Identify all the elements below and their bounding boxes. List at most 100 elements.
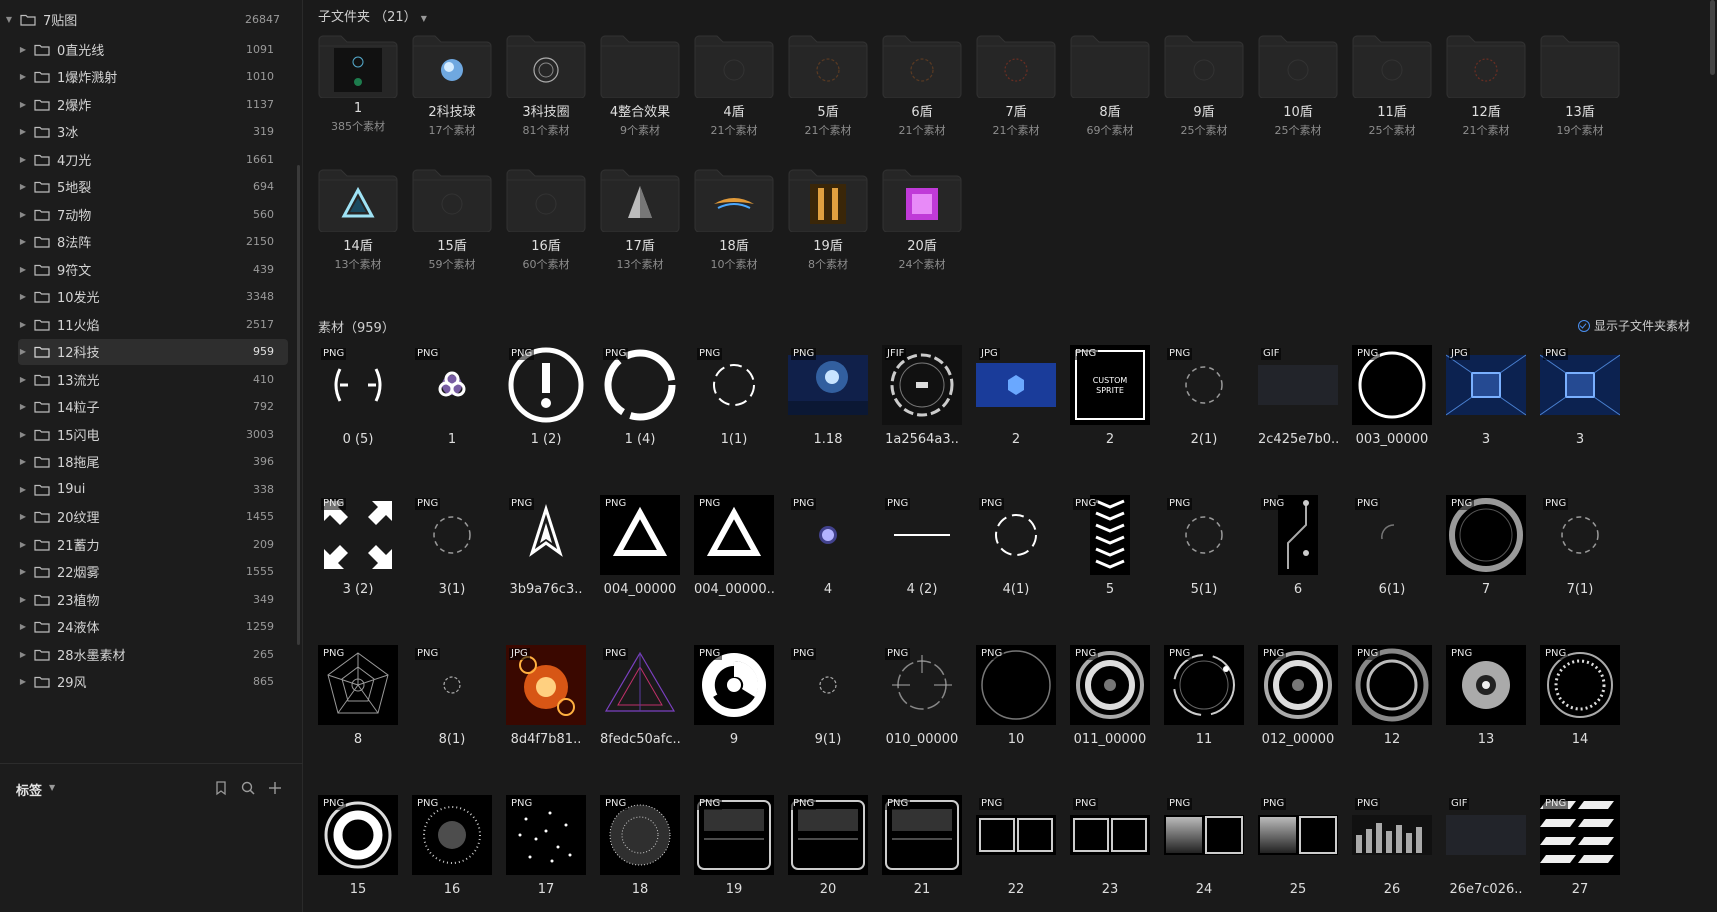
asset-card[interactable]: PNG 22 <box>976 795 1056 897</box>
asset-card[interactable]: PNG 8 <box>318 645 398 747</box>
sidebar-item[interactable]: ▶ 4刀光 1661 <box>18 146 288 172</box>
subfolder-card[interactable]: 2科技球 17个素材 <box>412 34 492 138</box>
chevron-right-icon[interactable]: ▶ <box>18 402 28 411</box>
asset-card[interactable]: JPG 8d4f7b81.. <box>506 645 586 747</box>
subfolder-card[interactable]: 16盾 60个素材 <box>506 168 586 272</box>
asset-card[interactable]: PNG 7 <box>1446 495 1526 597</box>
chevron-right-icon[interactable]: ▶ <box>18 567 28 576</box>
subfolder-card[interactable]: 5盾 21个素材 <box>788 34 868 138</box>
subfolder-card[interactable]: 13盾 19个素材 <box>1540 34 1620 138</box>
subfolder-card[interactable]: 20盾 24个素材 <box>882 168 962 272</box>
asset-card[interactable]: PNG 27 <box>1540 795 1620 897</box>
asset-card[interactable]: PNG 2(1) <box>1164 345 1244 447</box>
asset-card[interactable]: PNG 6 <box>1258 495 1338 597</box>
sidebar-item[interactable]: ▶ 29风 865 <box>18 669 288 695</box>
chevron-right-icon[interactable]: ▶ <box>18 540 28 549</box>
chevron-right-icon[interactable]: ▶ <box>18 45 28 54</box>
sidebar-item[interactable]: ▶ 3冰 319 <box>18 119 288 145</box>
subfolder-card[interactable]: 1 385个素材 <box>318 34 398 134</box>
asset-card[interactable]: PNG 17 <box>506 795 586 897</box>
chevron-right-icon[interactable]: ▶ <box>18 595 28 604</box>
chevron-right-icon[interactable]: ▶ <box>18 265 28 274</box>
asset-card[interactable]: PNG 6(1) <box>1352 495 1432 597</box>
subfolder-card[interactable]: 6盾 21个素材 <box>882 34 962 138</box>
chevron-down-icon[interactable]: ▼ <box>421 14 427 23</box>
asset-card[interactable]: PNG 26 <box>1352 795 1432 897</box>
asset-card[interactable]: PNG 19 <box>694 795 774 897</box>
asset-card[interactable]: PNG 21 <box>882 795 962 897</box>
asset-card[interactable]: JFIF 1a2564a3.. <box>882 345 962 447</box>
asset-card[interactable]: PNG 1 (4) <box>600 345 680 447</box>
asset-card[interactable]: PNG 3(1) <box>412 495 492 597</box>
sidebar-item[interactable]: ▶ 23植物 349 <box>18 586 288 612</box>
asset-card[interactable]: PNG 4(1) <box>976 495 1056 597</box>
asset-card[interactable]: PNG 004_00000.. <box>694 495 774 597</box>
subfolder-card[interactable]: 19盾 8个素材 <box>788 168 868 272</box>
sidebar-item[interactable]: ▶ 0直光线 1091 <box>18 36 288 62</box>
asset-card[interactable]: PNG 004_00000 <box>600 495 680 597</box>
chevron-right-icon[interactable]: ▶ <box>18 127 28 136</box>
asset-card[interactable]: PNG 3 <box>1540 345 1620 447</box>
sidebar-item[interactable]: ▶ 15闪电 3003 <box>18 421 288 447</box>
asset-card[interactable]: PNG 7(1) <box>1540 495 1620 597</box>
subfolder-card[interactable]: 18盾 10个素材 <box>694 168 774 272</box>
chevron-right-icon[interactable]: ▶ <box>18 292 28 301</box>
sidebar-item[interactable]: ▶ 22烟雾 1555 <box>18 559 288 585</box>
sidebar-item[interactable]: ▶ 14粒子 792 <box>18 394 288 420</box>
subfolder-card[interactable]: 9盾 25个素材 <box>1164 34 1244 138</box>
asset-card[interactable]: PNG 20 <box>788 795 868 897</box>
chevron-right-icon[interactable]: ▶ <box>18 155 28 164</box>
chevron-right-icon[interactable]: ▶ <box>18 210 28 219</box>
chevron-down-icon[interactable]: ▼ <box>4 15 14 24</box>
asset-card[interactable]: PNG 11 <box>1164 645 1244 747</box>
sidebar-item[interactable]: ▶ 13流光 410 <box>18 366 288 392</box>
asset-card[interactable]: PNG 23 <box>1070 795 1150 897</box>
subfolder-card[interactable]: 7盾 21个素材 <box>976 34 1056 138</box>
asset-card[interactable]: PNG 3 (2) <box>318 495 398 597</box>
chevron-right-icon[interactable]: ▶ <box>18 375 28 384</box>
sidebar-scrollbar[interactable] <box>297 165 300 645</box>
chevron-right-icon[interactable]: ▶ <box>18 100 28 109</box>
asset-card[interactable]: PNG 9 <box>694 645 774 747</box>
sidebar-item[interactable]: ▶ 1爆炸溅射 1010 <box>18 64 288 90</box>
asset-card[interactable]: PNG 13 <box>1446 645 1526 747</box>
sidebar-item[interactable]: ▶ 10发光 3348 <box>18 284 288 310</box>
asset-card[interactable]: PNG 011_00000 <box>1070 645 1150 747</box>
asset-card[interactable]: PNG 003_00000 <box>1352 345 1432 447</box>
asset-card[interactable]: PNG 24 <box>1164 795 1244 897</box>
asset-card[interactable]: PNG 15 <box>318 795 398 897</box>
asset-card[interactable]: PNG 5 <box>1070 495 1150 597</box>
sidebar-item[interactable]: ▶ 11火焰 2517 <box>18 311 288 337</box>
sidebar-item[interactable]: ▶ 19ui 338 <box>18 476 288 502</box>
subfolders-header[interactable]: 子文件夹 （21） ▼ <box>318 6 427 25</box>
asset-card[interactable]: PNG 1 <box>412 345 492 447</box>
chevron-right-icon[interactable]: ▶ <box>18 237 28 246</box>
asset-card[interactable]: PNG 3b9a76c3.. <box>506 495 586 597</box>
chevron-right-icon[interactable]: ▶ <box>18 430 28 439</box>
sidebar-item[interactable]: ▶ 7动物 560 <box>18 201 288 227</box>
asset-card[interactable]: PNG 14 <box>1540 645 1620 747</box>
subfolder-card[interactable]: 12盾 21个素材 <box>1446 34 1526 138</box>
chevron-right-icon[interactable]: ▶ <box>18 512 28 521</box>
sidebar-item[interactable]: ▶ 9符文 439 <box>18 256 288 282</box>
asset-card[interactable]: GIF 26e7c026.. <box>1446 795 1526 897</box>
asset-card[interactable]: JPG 2 <box>976 345 1056 447</box>
tags-label[interactable]: 标签 <box>16 780 42 799</box>
asset-card[interactable]: PNG 5(1) <box>1164 495 1244 597</box>
chevron-down-icon[interactable]: ▼ <box>49 783 55 792</box>
asset-card[interactable]: PNG 12 <box>1352 645 1432 747</box>
asset-card[interactable]: PNG 4 <box>788 495 868 597</box>
asset-card[interactable]: PNG 1 (2) <box>506 345 586 447</box>
chevron-right-icon[interactable]: ▶ <box>18 320 28 329</box>
subfolder-card[interactable]: 11盾 25个素材 <box>1352 34 1432 138</box>
asset-card[interactable]: PNG 10 <box>976 645 1056 747</box>
sidebar-item[interactable]: ▶ 24液体 1259 <box>18 614 288 640</box>
subfolder-card[interactable]: 10盾 25个素材 <box>1258 34 1338 138</box>
asset-card[interactable]: GIF 2c425e7b0.. <box>1258 345 1338 447</box>
tree-root[interactable]: ▼ 7贴图 26847 <box>4 6 294 32</box>
asset-card[interactable]: PNG 1(1) <box>694 345 774 447</box>
chevron-right-icon[interactable]: ▶ <box>18 72 28 81</box>
chevron-right-icon[interactable]: ▶ <box>18 677 28 686</box>
sidebar-item[interactable]: ▶ 5地裂 694 <box>18 174 288 200</box>
asset-card[interactable]: PNG 012_00000 <box>1258 645 1338 747</box>
